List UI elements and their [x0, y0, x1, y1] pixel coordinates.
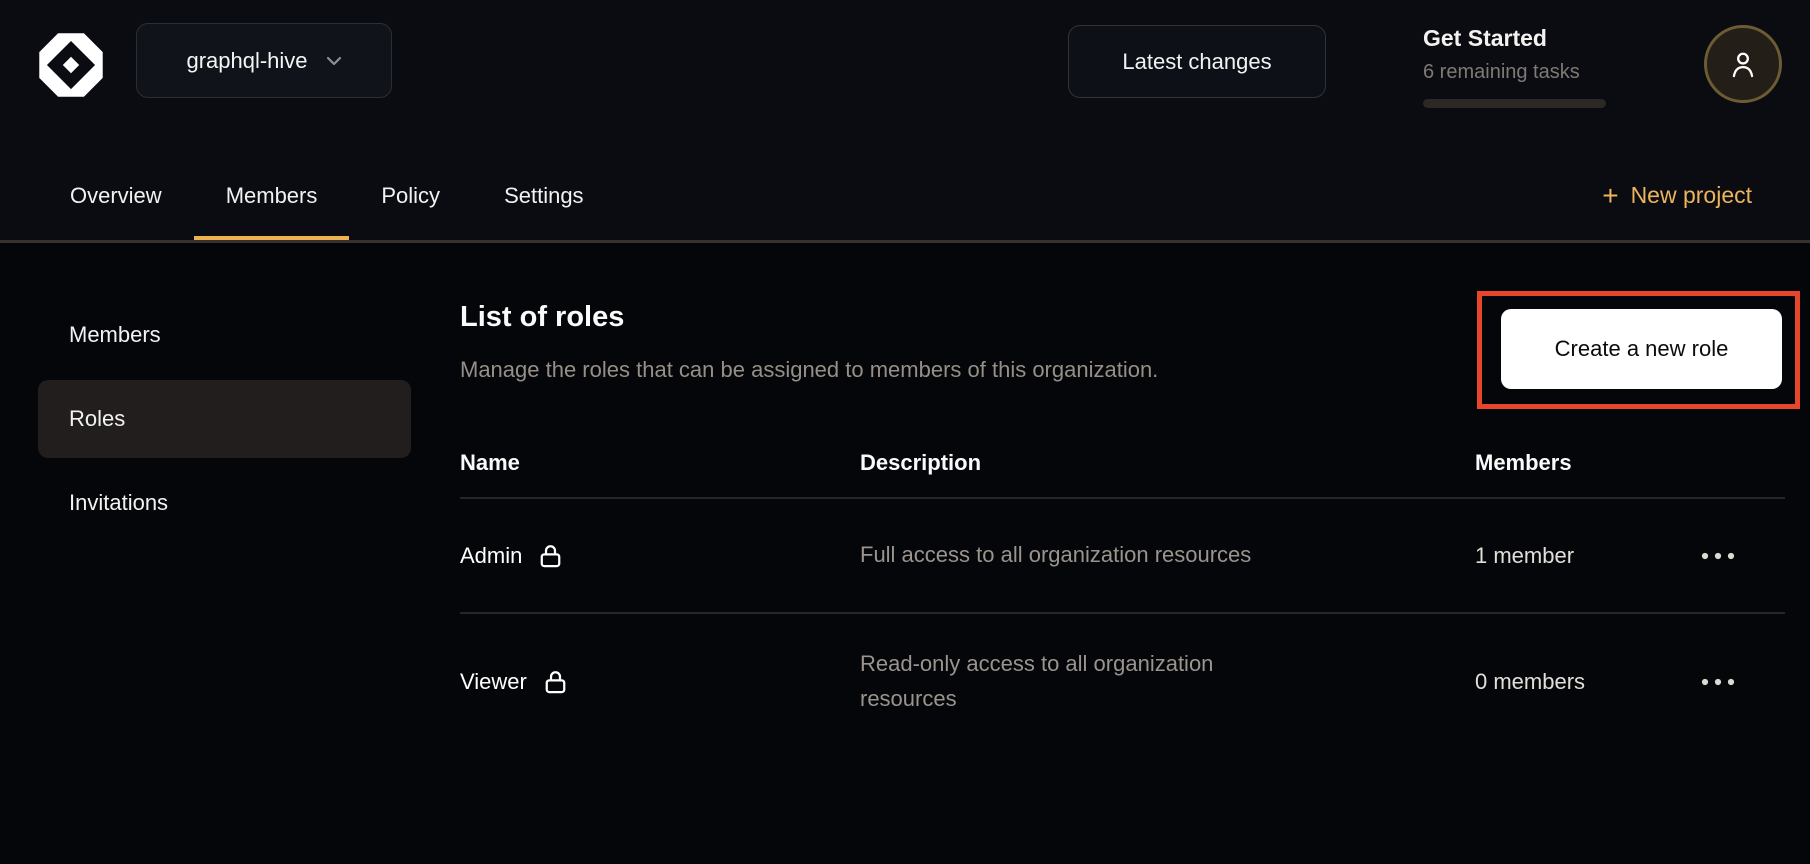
role-name: Admin [460, 543, 522, 569]
page-subtitle: Manage the roles that can be assigned to… [460, 357, 1158, 383]
create-role-button-label: Create a new role [1555, 336, 1729, 362]
plus-icon: + [1602, 182, 1618, 210]
table-row: Admin Full access to all organization re… [460, 499, 1785, 612]
app-window: graphql-hive Latest changes Get Started … [0, 0, 1810, 864]
user-avatar-button[interactable] [1704, 25, 1782, 103]
role-name: Viewer [460, 669, 527, 695]
user-icon [1726, 47, 1760, 81]
org-selector-label: graphql-hive [186, 48, 307, 74]
roles-panel: List of roles Manage the roles that can … [460, 243, 1785, 864]
tab-settings[interactable]: Settings [472, 150, 616, 241]
role-members-count: 1 member [1475, 499, 1574, 612]
roles-table-header: Name Description Members [460, 429, 1785, 497]
org-tabbar: Overview Members Policy Settings [38, 150, 616, 241]
tab-settings-label: Settings [504, 183, 584, 209]
role-name-cell: Admin [460, 499, 564, 612]
org-selector-dropdown[interactable]: graphql-hive [136, 23, 392, 98]
get-started-panel[interactable]: Get Started 6 remaining tasks [1423, 25, 1606, 108]
new-project-label: New project [1631, 182, 1752, 209]
sidebar-item-members-label: Members [69, 322, 161, 348]
tab-overview-label: Overview [70, 183, 162, 209]
sidebar-item-invitations[interactable]: Invitations [38, 464, 411, 542]
column-header-name: Name [460, 429, 520, 497]
members-sidebar: Members Roles Invitations [38, 296, 411, 548]
role-members-count: 0 members [1475, 614, 1585, 749]
lock-icon [542, 668, 569, 696]
sidebar-item-invitations-label: Invitations [69, 490, 168, 516]
ellipsis-icon [1699, 551, 1737, 561]
page-title: List of roles [460, 301, 624, 334]
chevron-down-icon [326, 56, 342, 66]
column-header-members: Members [1475, 429, 1572, 497]
create-role-button[interactable]: Create a new role [1501, 309, 1782, 389]
lock-icon [537, 542, 564, 570]
ellipsis-icon [1699, 677, 1737, 687]
tab-members[interactable]: Members [194, 150, 350, 241]
row-menu-button[interactable] [1693, 614, 1743, 749]
column-header-description: Description [860, 429, 981, 497]
new-project-button[interactable]: + New project [1602, 150, 1752, 241]
get-started-subtitle: 6 remaining tasks [1423, 61, 1606, 84]
sidebar-item-roles[interactable]: Roles [38, 380, 411, 458]
tab-policy[interactable]: Policy [349, 150, 472, 241]
sidebar-item-roles-label: Roles [69, 406, 125, 432]
tab-overview[interactable]: Overview [38, 150, 194, 241]
latest-changes-button[interactable]: Latest changes [1068, 25, 1326, 98]
row-menu-button[interactable] [1693, 499, 1743, 612]
latest-changes-label: Latest changes [1122, 49, 1271, 75]
table-row: Viewer Read-only access to all organizat… [460, 614, 1785, 749]
role-name-cell: Viewer [460, 614, 569, 749]
get-started-title: Get Started [1423, 25, 1606, 52]
hive-logo [36, 30, 106, 100]
get-started-progress-bar [1423, 99, 1606, 108]
sidebar-item-members[interactable]: Members [38, 296, 411, 374]
tab-members-label: Members [226, 183, 318, 209]
tab-policy-label: Policy [381, 183, 440, 209]
role-description: Read-only access to all organization res… [860, 614, 1315, 749]
role-description: Full access to all organization resource… [860, 499, 1315, 612]
